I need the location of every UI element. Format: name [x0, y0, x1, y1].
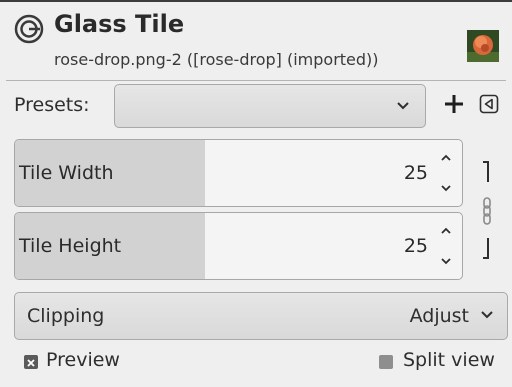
image-subtitle: rose-drop.png-2 ([rose-drop] (imported))	[54, 50, 379, 69]
tile-width-label: Tile Width	[19, 162, 114, 184]
dialog-header: Glass Tile rose-drop.png-2 ([rose-drop] …	[0, 2, 512, 80]
presets-label: Presets:	[14, 94, 90, 116]
plus-icon[interactable]	[442, 89, 466, 119]
preview-checkbox[interactable]	[24, 355, 38, 369]
image-thumbnail	[467, 30, 499, 62]
tile-height-stepper[interactable]	[432, 213, 462, 279]
tile-width-value[interactable]: 25	[404, 162, 428, 184]
tile-height-value[interactable]: 25	[404, 235, 428, 257]
clipping-label: Clipping	[27, 305, 105, 327]
tile-width-spinscale[interactable]: Tile Width 25	[14, 139, 463, 207]
split-view-label[interactable]: Split view	[403, 349, 495, 371]
chevron-down-icon	[397, 102, 409, 110]
dialog-title: Glass Tile	[54, 10, 185, 38]
triangle-menu-icon[interactable]	[479, 94, 499, 114]
chevron-down-icon[interactable]	[438, 253, 454, 269]
presets-combobox[interactable]	[114, 84, 426, 128]
preview-label[interactable]: Preview	[46, 349, 120, 371]
tile-height-spinscale[interactable]: Tile Height 25	[14, 212, 463, 280]
split-view-checkbox[interactable]	[379, 355, 393, 369]
chevron-up-icon[interactable]	[438, 150, 454, 166]
chevron-down-icon	[481, 311, 493, 319]
chevron-up-icon[interactable]	[438, 223, 454, 239]
header-divider	[6, 80, 506, 81]
chevron-down-icon[interactable]	[438, 180, 454, 196]
tile-height-label: Tile Height	[19, 235, 122, 257]
tile-width-stepper[interactable]	[432, 140, 462, 206]
clipping-value: Adjust	[409, 305, 469, 327]
gimp-icon	[14, 14, 44, 44]
clipping-combobox[interactable]: Clipping Adjust	[14, 292, 508, 340]
chain-link-icon[interactable]	[474, 158, 500, 262]
checkmark-icon	[27, 359, 35, 367]
